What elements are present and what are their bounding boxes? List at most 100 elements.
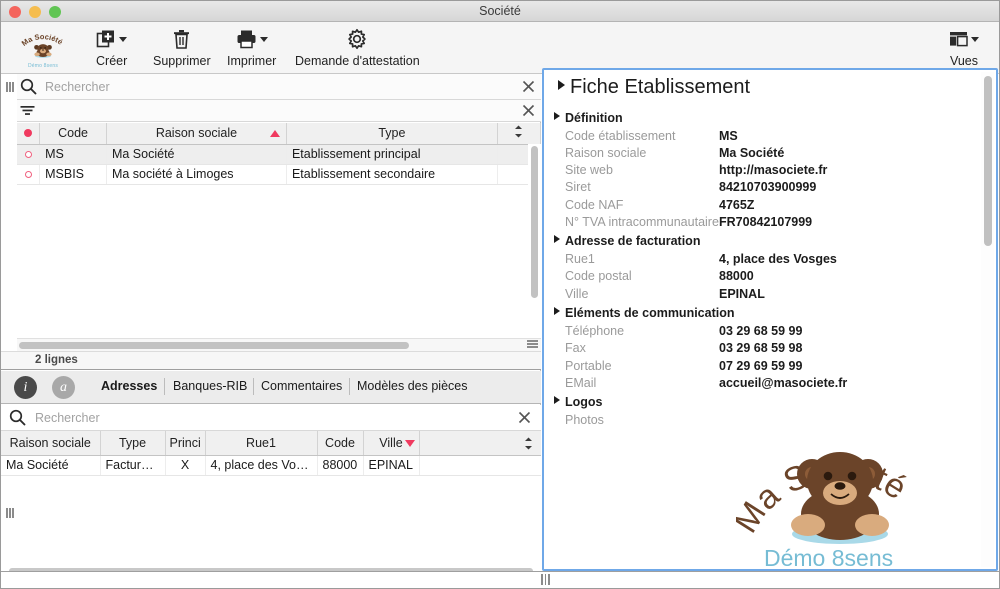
- field-label-portable: Portable: [565, 359, 612, 373]
- table-row[interactable]: Ma Société Facturation X 4, place des Vo…: [1, 455, 541, 476]
- clear-filter-icon[interactable]: [522, 104, 535, 117]
- pane-grip-handle[interactable]: [6, 82, 15, 92]
- row-type: Etablissement secondaire: [286, 164, 498, 185]
- tab-divider: [253, 378, 254, 395]
- bottom-splitter-grip[interactable]: [541, 574, 550, 585]
- main-table-col-type[interactable]: Type: [286, 123, 498, 145]
- filter-bar: [17, 100, 541, 122]
- app-logo: Ma Société Démo 8sens: [17, 22, 69, 74]
- field-value-tva: FR70842107999: [719, 215, 813, 229]
- main-table-container: Code Raison sociale Type MS Ma Société E…: [17, 123, 542, 338]
- tab-adresses[interactable]: Adresses: [101, 379, 157, 393]
- tab-divider: [349, 378, 350, 395]
- row-marker-icon: [24, 171, 32, 178]
- field-label-code-postal: Code postal: [565, 269, 632, 283]
- imprimer-button[interactable]: Imprimer: [227, 22, 276, 74]
- supprimer-label: Supprimer: [153, 54, 211, 68]
- field-label-photos: Photos: [565, 413, 604, 427]
- title-bar: Société: [1, 1, 999, 22]
- main-table: Code Raison sociale Type MS Ma Société E…: [17, 123, 542, 185]
- disclosure-triangle-icon[interactable]: [554, 396, 560, 404]
- detail-pane-vscrollbar[interactable]: [981, 72, 994, 567]
- sub-table-col-options[interactable]: [419, 431, 541, 456]
- attachment-button[interactable]: a: [52, 376, 75, 399]
- layout-icon: [950, 32, 968, 47]
- application-window: Société Ma Société Démo 8sens Créer Supp…: [0, 0, 1000, 589]
- main-table-hscroll-thumb[interactable]: [19, 342, 409, 349]
- sub-table-header-row: Raison sociale Type Princi Rue1 Code Vil…: [1, 431, 541, 456]
- sub-table-col-raison-sociale[interactable]: Raison sociale: [1, 431, 101, 456]
- column-chooser-icon: [525, 437, 532, 450]
- supprimer-button[interactable]: Supprimer: [153, 22, 211, 74]
- demande-attestation-label: Demande d'attestation: [295, 54, 420, 68]
- main-table-col-marker[interactable]: [17, 123, 41, 145]
- sub-table-col-code[interactable]: Code: [317, 431, 364, 456]
- sub-row-raison-sociale: Ma Société: [1, 455, 101, 476]
- filter-icon[interactable]: [20, 105, 35, 117]
- vues-button[interactable]: Vues: [949, 22, 979, 74]
- disclosure-triangle-icon[interactable]: [554, 112, 560, 120]
- field-label-siret: Siret: [565, 180, 591, 194]
- tab-banques-rib[interactable]: Banques-RIB: [173, 379, 247, 393]
- section-adresse-facturation-header[interactable]: Adresse de facturation: [554, 234, 700, 248]
- clear-search-icon[interactable]: [522, 80, 535, 93]
- row-code: MSBIS: [39, 164, 107, 185]
- chevron-down-icon: [119, 36, 128, 42]
- section-logos-header[interactable]: Logos: [554, 395, 603, 409]
- disclosure-triangle-icon[interactable]: [558, 80, 565, 90]
- field-value-rue1: 4, place des Vosges: [719, 252, 837, 266]
- field-value-email[interactable]: accueil@masociete.fr: [719, 376, 847, 390]
- sub-table-col-type[interactable]: Type: [100, 431, 166, 456]
- bottom-splitter-bar: [1, 571, 999, 588]
- main-table-hscrollbar[interactable]: [17, 338, 541, 351]
- tab-modeles-des-pieces[interactable]: Modèles des pièces: [357, 379, 467, 393]
- search-icon: [9, 409, 26, 426]
- field-label-rue1: Rue1: [565, 252, 595, 266]
- field-label-code-etablissement: Code établissement: [565, 129, 676, 143]
- row-marker-cell: [17, 144, 41, 165]
- sub-table-col-ville[interactable]: Ville: [363, 431, 420, 456]
- main-table-col-options[interactable]: [497, 123, 542, 145]
- clear-sub-search-icon[interactable]: [518, 411, 531, 424]
- sub-table-col-principal[interactable]: Princi: [165, 431, 206, 456]
- disclosure-triangle-icon[interactable]: [554, 307, 560, 315]
- tab-commentaires[interactable]: Commentaires: [261, 379, 342, 393]
- main-table-body: MS Ma Société Etablissement principal MS…: [17, 144, 542, 185]
- demande-attestation-button[interactable]: Demande d'attestation: [295, 22, 420, 74]
- detail-pane-vscroll-thumb[interactable]: [984, 76, 992, 246]
- toolbar: Ma Société Démo 8sens Créer Supprimer Im…: [1, 22, 999, 74]
- sub-pane-grip-handle[interactable]: [6, 508, 15, 518]
- disclosure-triangle-icon[interactable]: [554, 235, 560, 243]
- sub-table: Raison sociale Type Princi Rue1 Code Vil…: [1, 431, 541, 476]
- main-table-vscroll-thumb[interactable]: [531, 146, 538, 298]
- search-icon: [20, 78, 37, 95]
- row-count-status-bar: 2 lignes: [1, 351, 541, 370]
- status-dot-icon: [24, 129, 33, 138]
- main-table-col-code[interactable]: Code: [39, 123, 107, 145]
- left-pane: Code Raison sociale Type: [1, 74, 542, 578]
- creer-button[interactable]: Créer: [96, 22, 127, 74]
- field-label-ville: Ville: [565, 287, 589, 301]
- company-logo: Ma Société Démo 8sens: [727, 426, 946, 571]
- table-row[interactable]: MSBIS Ma société à Limoges Etablissement…: [17, 164, 542, 185]
- main-table-vscrollbar[interactable]: [528, 144, 541, 338]
- field-value-code-etablissement: MS: [719, 129, 738, 143]
- printer-icon: [237, 30, 256, 49]
- window-title: Société: [479, 4, 521, 18]
- tab-divider: [164, 378, 165, 395]
- resize-grip[interactable]: [527, 340, 538, 348]
- sub-search-input[interactable]: [35, 408, 505, 427]
- row-marker-cell: [17, 164, 41, 185]
- detail-tab-bar: i a Adresses Banques-RIB Commentaires Mo…: [1, 371, 541, 404]
- info-button[interactable]: i: [14, 376, 37, 399]
- table-row[interactable]: MS Ma Société Etablissement principal: [17, 144, 542, 165]
- page-title: Fiche Etablissement: [558, 76, 750, 99]
- sub-table-col-rue1[interactable]: Rue1: [205, 431, 318, 456]
- section-definition-header[interactable]: Définition: [554, 111, 623, 125]
- main-table-col-raison-sociale[interactable]: Raison sociale: [106, 123, 287, 145]
- field-label-tva: N° TVA intracommunautaire: [565, 215, 719, 229]
- row-raison-sociale: Ma Société: [106, 144, 287, 165]
- search-input[interactable]: [45, 77, 505, 96]
- section-elements-communication-header[interactable]: Eléments de communication: [554, 306, 734, 320]
- field-value-site-web[interactable]: http://masociete.fr: [719, 163, 827, 177]
